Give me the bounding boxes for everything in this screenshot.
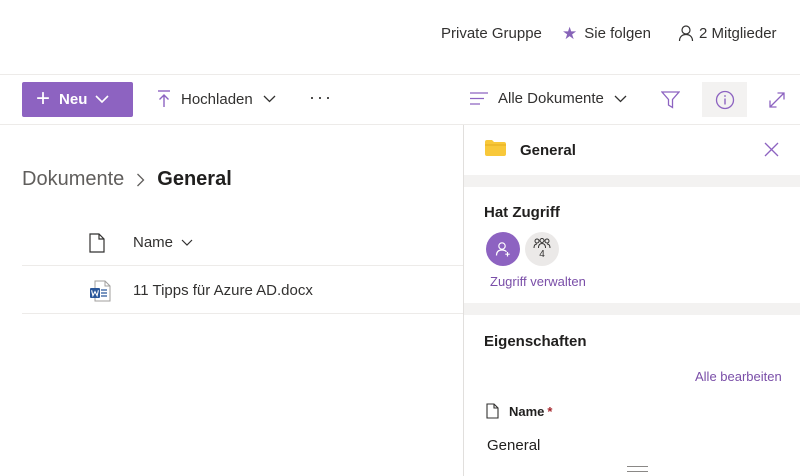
group-icon (533, 238, 551, 249)
edit-all-link[interactable]: Alle bearbeiten (695, 369, 782, 384)
person-add-icon (495, 242, 510, 257)
upload-icon (158, 90, 170, 107)
view-label: Alle Dokumente (498, 90, 604, 107)
upload-button[interactable]: Hochladen (157, 90, 276, 108)
document-icon (486, 403, 499, 419)
properties-section-title: Eigenschaften (484, 333, 587, 350)
section-divider (464, 175, 800, 187)
chevron-right-icon (136, 173, 145, 187)
manage-access-link[interactable]: Zugriff verwalten (490, 274, 586, 289)
breadcrumb-current: General (157, 168, 232, 190)
owner-avatar[interactable] (486, 232, 520, 266)
chevron-down-icon (263, 95, 276, 103)
follow-button[interactable]: ★ Sie folgen (562, 25, 651, 42)
info-button[interactable] (702, 82, 747, 117)
list-header: Name (22, 220, 464, 266)
breadcrumb-root[interactable]: Dokumente (22, 168, 124, 191)
more-button[interactable]: ··· (309, 87, 333, 108)
folder-icon (485, 140, 506, 156)
breadcrumb: Dokumente General (22, 168, 232, 191)
chevron-down-icon (95, 95, 109, 104)
section-divider (464, 303, 800, 315)
chevron-down-icon (181, 239, 193, 246)
name-property-value[interactable]: General (487, 437, 540, 454)
panel-header: General (464, 125, 800, 175)
members-count: 4 (539, 249, 545, 260)
table-row[interactable]: 11 Tipps für Azure AD.docx (22, 267, 464, 314)
word-document-icon (90, 280, 111, 302)
name-property-text: Name (509, 403, 545, 419)
members-avatar[interactable]: 4 (525, 232, 559, 266)
site-header: Private Gruppe ★ Sie folgen 2 Mitglieder (0, 0, 800, 74)
column-header-name-label: Name (133, 234, 174, 251)
new-button[interactable]: + Neu (22, 82, 133, 117)
chevron-down-icon (614, 95, 627, 102)
view-list-icon (470, 92, 488, 105)
file-name[interactable]: 11 Tipps für Azure AD.docx (133, 282, 313, 299)
view-selector[interactable]: Alle Dokumente (470, 90, 627, 107)
info-icon (715, 90, 734, 109)
new-button-label: Neu (59, 91, 88, 108)
name-property-label: Name * (486, 403, 552, 419)
person-icon (678, 25, 694, 42)
resize-grip[interactable] (627, 466, 648, 472)
group-privacy-label: Private Gruppe (441, 25, 542, 42)
command-bar: + Neu Hochladen ··· Alle Dokumente (0, 74, 800, 125)
follow-label: Sie folgen (584, 25, 651, 42)
members-button[interactable]: 2 Mitglieder (678, 25, 777, 42)
close-icon[interactable] (764, 142, 779, 157)
file-type-icon[interactable] (89, 233, 105, 253)
expand-icon[interactable] (768, 91, 786, 109)
filter-icon[interactable] (661, 91, 680, 109)
star-icon: ★ (562, 24, 578, 43)
plus-icon: + (36, 84, 51, 112)
panel-title: General (520, 142, 576, 159)
access-section-title: Hat Zugriff (484, 204, 560, 221)
members-label: 2 Mitglieder (699, 25, 777, 42)
required-marker: * (547, 403, 553, 419)
details-panel: General Hat Zugriff 4 Zugriff verwalten … (463, 125, 800, 476)
column-header-name[interactable]: Name (133, 234, 193, 251)
upload-label: Hochladen (181, 90, 253, 108)
